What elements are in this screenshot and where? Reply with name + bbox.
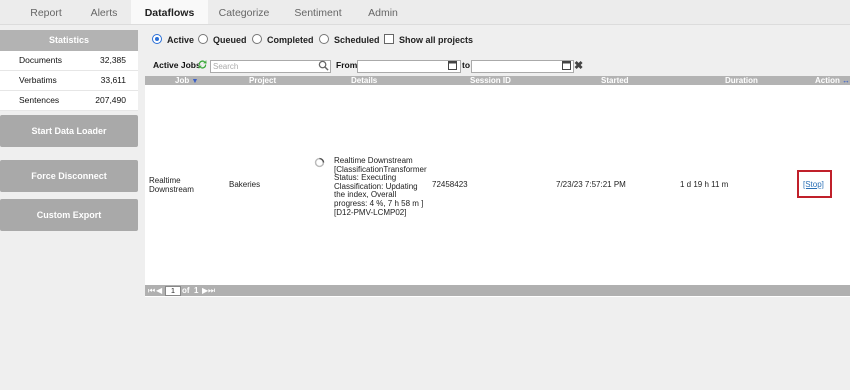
calendar-icon[interactable] bbox=[562, 60, 571, 72]
radio-icon bbox=[319, 34, 329, 44]
sort-desc-icon: ▼ bbox=[191, 78, 199, 85]
to-date-input[interactable] bbox=[471, 60, 574, 73]
tab-admin[interactable]: Admin bbox=[360, 0, 406, 24]
cell-project: Bakeries bbox=[229, 180, 261, 189]
stat-sentences: Sentences 207,490 bbox=[0, 91, 138, 111]
checkbox-icon bbox=[384, 34, 394, 44]
to-label: to bbox=[462, 60, 471, 70]
refresh-icon[interactable] bbox=[197, 59, 208, 72]
column-header-session-id[interactable]: Session ID bbox=[470, 76, 511, 85]
show-all-projects-checkbox[interactable]: Show all projects bbox=[384, 34, 473, 45]
filter-bar: Active Jobs Search From to ✖ bbox=[0, 59, 850, 74]
tab-dataflows[interactable]: Dataflows bbox=[131, 0, 208, 24]
from-date-input[interactable] bbox=[357, 60, 461, 73]
stat-value: 207,490 bbox=[95, 95, 126, 105]
last-page-icon[interactable]: ⏭ bbox=[208, 285, 215, 296]
search-icon[interactable] bbox=[318, 60, 329, 73]
column-header-action[interactable]: Action bbox=[815, 76, 840, 85]
radio-icon bbox=[252, 34, 262, 44]
tab-sentiment[interactable]: Sentiment bbox=[290, 0, 346, 24]
highlight-box bbox=[797, 170, 832, 198]
page-of-label: of bbox=[182, 286, 190, 295]
first-page-icon[interactable]: ⏮ bbox=[148, 285, 155, 296]
column-header-details[interactable]: Details bbox=[351, 76, 377, 85]
page-number-input[interactable]: 1 bbox=[165, 286, 181, 296]
radio-completed[interactable]: Completed bbox=[252, 34, 314, 45]
radio-icon bbox=[198, 34, 208, 44]
cell-started: 7/23/23 7:57:21 PM bbox=[556, 180, 626, 189]
column-header-started[interactable]: Started bbox=[601, 76, 629, 85]
force-disconnect-button[interactable]: Force Disconnect bbox=[0, 160, 138, 192]
radio-scheduled[interactable]: Scheduled bbox=[319, 34, 380, 45]
start-data-loader-button[interactable]: Start Data Loader bbox=[0, 115, 138, 147]
column-header-duration[interactable]: Duration bbox=[725, 76, 758, 85]
expand-columns-icon[interactable]: ↔ bbox=[842, 76, 850, 85]
cell-details: Realtime Downstream [ClassificationTrans… bbox=[334, 156, 427, 217]
radio-checked-icon bbox=[152, 34, 162, 44]
table-header: Job ▼ Project Details Session ID Started… bbox=[145, 76, 850, 85]
custom-export-button[interactable]: Custom Export bbox=[0, 199, 138, 231]
column-header-job[interactable]: Job ▼ bbox=[175, 76, 198, 86]
statistics-header: Statistics bbox=[0, 30, 138, 51]
tab-bar: Report Alerts Dataflows Categorize Senti… bbox=[0, 0, 850, 25]
tab-report[interactable]: Report bbox=[18, 0, 74, 24]
loading-spinner-icon bbox=[314, 157, 325, 171]
clear-dates-icon[interactable]: ✖ bbox=[574, 59, 583, 72]
pagination-bar: ⏮ ◀ 1 of 1 ▶ ⏭ bbox=[145, 285, 850, 296]
cell-session-id: 72458423 bbox=[432, 180, 468, 189]
active-jobs-label: Active Jobs bbox=[153, 60, 201, 70]
page-total: 1 bbox=[194, 286, 199, 295]
cell-job: Realtime Downstream bbox=[149, 176, 194, 194]
calendar-icon[interactable] bbox=[448, 60, 457, 72]
stat-label: Sentences bbox=[19, 95, 60, 105]
stat-verbatims: Verbatims 33,611 bbox=[0, 71, 138, 91]
from-label: From bbox=[336, 60, 358, 70]
radio-active[interactable]: Active bbox=[152, 34, 194, 45]
tab-categorize[interactable]: Categorize bbox=[214, 0, 274, 24]
previous-page-icon[interactable]: ◀ bbox=[156, 285, 162, 296]
jobs-table: Job ▼ Project Details Session ID Started… bbox=[145, 76, 850, 297]
column-header-project[interactable]: Project bbox=[249, 76, 276, 85]
tab-alerts[interactable]: Alerts bbox=[80, 0, 128, 24]
search-input[interactable]: Search bbox=[210, 60, 331, 73]
cell-duration: 1 d 19 h 11 m bbox=[680, 180, 729, 189]
radio-queued[interactable]: Queued bbox=[198, 34, 247, 45]
